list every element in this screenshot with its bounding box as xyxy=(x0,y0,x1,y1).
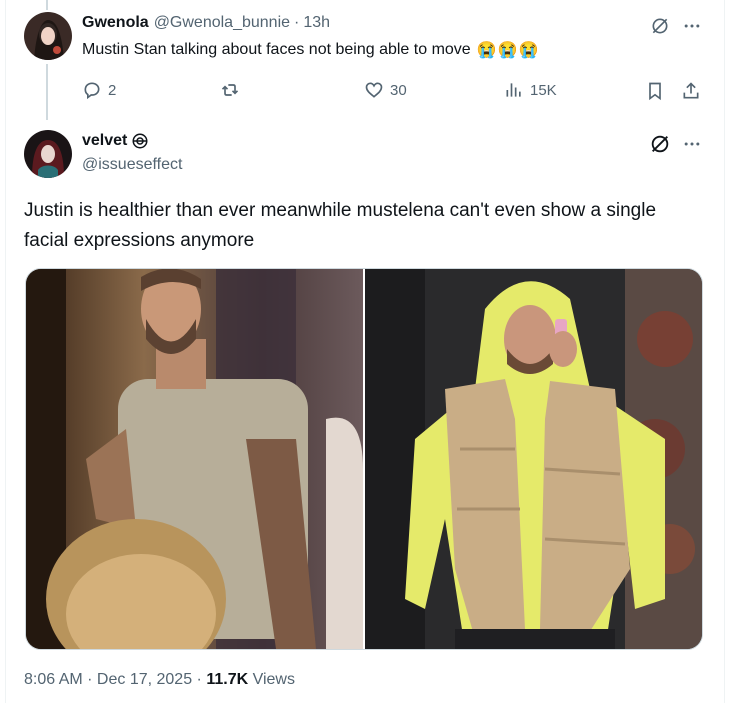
reply-text: Mustin Stan talking about faces not bein… xyxy=(82,41,471,58)
like-icon xyxy=(365,82,383,98)
thread-connector-top xyxy=(46,0,48,10)
views-total: 11.7K xyxy=(206,671,249,688)
grok-icon-main[interactable] xyxy=(648,132,672,156)
reply-icon xyxy=(84,82,100,100)
reply-handle[interactable]: @Gwenola_bunnie xyxy=(154,14,290,32)
reply-author-name[interactable]: Gwenola xyxy=(82,14,149,32)
tweet-timestamp[interactable]: 8:06 AM · Dec 17, 2025 · xyxy=(24,671,202,688)
share-icon xyxy=(683,82,699,99)
thread-connector xyxy=(46,64,48,120)
reply-count: 2 xyxy=(108,81,117,99)
crying-emojis: 😭😭😭 xyxy=(476,42,540,59)
avatar-velvet[interactable] xyxy=(24,130,72,178)
main-header: velvet xyxy=(82,132,149,150)
views-count: 15K xyxy=(530,81,557,99)
like-button[interactable]: 30 xyxy=(364,80,407,100)
reply-text-row: Mustin Stan talking about faces not bein… xyxy=(82,40,539,60)
bookmark-icon xyxy=(649,82,661,101)
main-author-name[interactable]: velvet xyxy=(82,132,127,150)
grok-icon[interactable] xyxy=(648,14,672,38)
repost-button[interactable] xyxy=(220,80,246,100)
tweet-meta: 8:06 AM · Dec 17, 2025 · 11.7K Views xyxy=(24,671,295,689)
share-button[interactable] xyxy=(680,80,702,102)
main-handle[interactable]: @issueseffect xyxy=(82,156,182,174)
repost-icon xyxy=(221,84,239,96)
views-button[interactable]: 15K xyxy=(504,80,557,100)
reply-button[interactable]: 2 xyxy=(82,80,116,100)
photo-right[interactable] xyxy=(365,269,702,649)
media-grid xyxy=(25,268,703,650)
views-label: Views xyxy=(252,671,295,688)
avatar-gwenola[interactable] xyxy=(24,12,72,60)
verified-badge-icon xyxy=(131,132,149,150)
main-tweet-text: Justin is healthier than ever meanwhile … xyxy=(24,200,657,251)
more-icon[interactable] xyxy=(680,14,704,38)
reply-time[interactable]: 13h xyxy=(303,14,330,32)
views-icon xyxy=(506,83,521,97)
reply-header: Gwenola @Gwenola_bunnie · 13h xyxy=(82,14,330,32)
more-icon-main[interactable] xyxy=(680,132,704,156)
bookmark-button[interactable] xyxy=(644,80,666,102)
like-count: 30 xyxy=(390,81,407,99)
main-handle-row: @issueseffect xyxy=(82,156,182,174)
photo-left[interactable] xyxy=(26,269,363,649)
reply-separator: · xyxy=(294,14,300,31)
